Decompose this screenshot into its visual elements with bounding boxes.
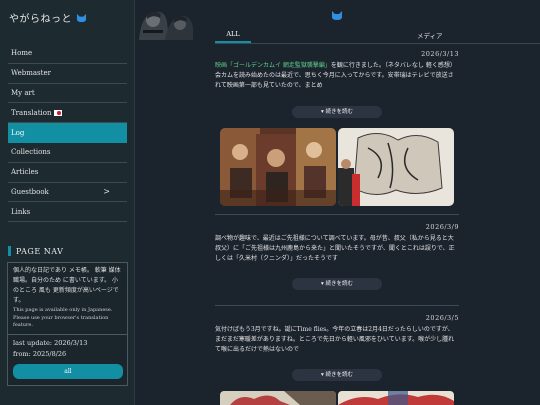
tab-all[interactable]: ALL — [215, 30, 251, 38]
japan-flag-icon — [54, 109, 63, 116]
cat-logo-icon[interactable] — [331, 10, 343, 21]
post-photo-right[interactable] — [338, 128, 454, 206]
post-highlight: 映画「ゴールデンカムイ 網走監獄襲撃編」 — [215, 62, 331, 69]
sidebar-item-webmaster[interactable]: Webmaster — [8, 64, 127, 84]
header: ALL メディア — [135, 0, 540, 44]
sidebar-item-label: Links — [11, 207, 31, 216]
page-nav-heading: PAGE NAV — [8, 246, 63, 256]
read-more-button[interactable]: ▾ 続きを読む — [292, 369, 382, 381]
read-more-button[interactable]: ▾ 続きを読む — [292, 106, 382, 118]
read-more-button[interactable]: ▾ 続きを読む — [292, 278, 382, 290]
sidebar-item-label: Webmaster — [11, 69, 51, 78]
sidebar-item-label: Articles — [11, 168, 39, 177]
all-button[interactable]: all — [13, 364, 123, 379]
read-more-label: 続きを読む — [325, 109, 354, 115]
post-date: 2026/3/5 — [425, 314, 459, 322]
sidebar-nav: Home Webmaster My art Translation Log Co… — [8, 44, 127, 223]
sidebar-item-my-art[interactable]: My art — [8, 84, 127, 104]
page-nav-title: PAGE NAV — [16, 246, 64, 256]
sidebar-item-translation[interactable]: Translation — [8, 103, 127, 124]
sidebar-item-links[interactable]: Links — [8, 202, 127, 223]
post-date: 2026/3/9 — [425, 223, 459, 231]
sidebar: やがらねっと Home Webmaster My art Translation… — [0, 0, 135, 405]
divider — [8, 333, 127, 335]
post-photo-left[interactable] — [220, 128, 336, 206]
post-divider — [215, 305, 459, 306]
sidebar-item-label: Translation — [11, 108, 52, 117]
page-nav-description: 個人的な日記であり メモ帳。 軟筆 媒体 職場。自分のため に書いています。 小… — [13, 267, 121, 304]
post-text: 調べ物が趣味で、最近はご先祖様について調べています。母が昔、叔父（私から見ると大… — [215, 235, 455, 263]
page-nav-english-note: This page is available only in Japanese.… — [13, 307, 113, 328]
read-more-label: 続きを読む — [325, 281, 354, 287]
last-update: last update: 2026/3/13 — [13, 338, 88, 347]
header-illustration — [135, 0, 195, 43]
sidebar-item-articles[interactable]: Articles — [8, 163, 127, 183]
cat-logo-icon — [76, 13, 87, 22]
chevron-right-icon: > — [103, 186, 110, 196]
sidebar-item-label: Log — [11, 128, 25, 137]
heading-accent-bar — [8, 246, 11, 256]
log-entry: 2026/3/13 映画「ゴールデンカムイ 網走監獄襲撃編」を観に行きました。（… — [215, 50, 459, 114]
tab-media[interactable]: メディア — [417, 30, 443, 40]
from-date: from: 2025/8/26 — [13, 349, 67, 358]
page-nav-box: 個人的な日記であり メモ帳。 軟筆 媒体 職場。自分のため に書いています。 小… — [7, 262, 128, 386]
post-date: 2026/3/13 — [421, 50, 459, 58]
post-photo-right[interactable] — [338, 391, 454, 405]
sidebar-item-log[interactable]: Log — [8, 123, 127, 143]
post-divider — [215, 214, 459, 215]
read-more-label: 続きを読む — [325, 372, 354, 378]
sidebar-item-label: My art — [11, 88, 35, 97]
site-title[interactable]: やがらねっと — [9, 10, 87, 25]
sidebar-item-home[interactable]: Home — [8, 44, 127, 64]
site-title-text: やがらねっと — [9, 14, 72, 25]
post-text: 気付けばもう3月ですね。誕にTime flies。今年の立春は2月4日だったらし… — [215, 326, 455, 354]
post-photo-left[interactable] — [220, 391, 336, 405]
sidebar-item-label: Collections — [11, 148, 51, 157]
sidebar-item-guestbook[interactable]: Guestbook > — [8, 183, 127, 203]
sidebar-item-collections[interactable]: Collections — [8, 143, 127, 163]
sidebar-item-label: Home — [11, 49, 33, 58]
divider — [215, 43, 540, 44]
sidebar-item-label: Guestbook — [11, 187, 49, 196]
